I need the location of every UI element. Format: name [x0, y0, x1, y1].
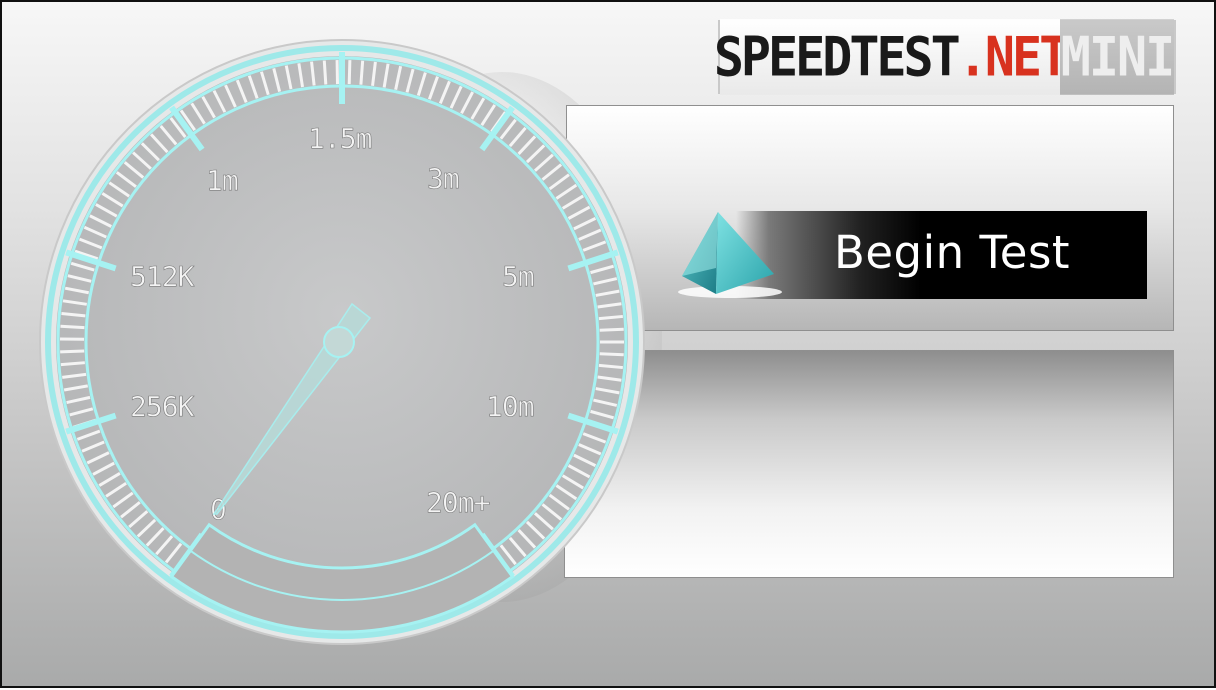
gauge-label-1-5m: 1.5m — [308, 122, 372, 155]
logo-mini-text: MINI — [1060, 19, 1174, 95]
gauge-label-10m: 10m — [486, 390, 534, 423]
gauge-label-256k: 256K — [130, 390, 195, 423]
speedtest-logo: SPEEDTEST.NET MINI — [718, 20, 1176, 94]
gauge-label-20m: 20m+ — [426, 486, 490, 519]
gauge-label-5m: 5m — [502, 260, 534, 293]
speedtest-mini-window: SPEEDTEST.NET MINI Begin Test — [0, 0, 1216, 688]
gauge-label-512k: 512K — [130, 260, 195, 293]
logo-net-text: .NET — [958, 26, 1066, 89]
gauge-minor-tick — [600, 354, 624, 355]
logo-wordmark: SPEEDTEST.NET — [720, 19, 1060, 95]
gauge-minor-tick — [361, 61, 363, 85]
begin-test-button[interactable]: Begin Test — [678, 210, 1148, 302]
pyramid-icon — [678, 210, 788, 302]
needle-hub — [324, 327, 354, 357]
logo-speedtest-text: SPEEDTEST — [714, 26, 958, 89]
gauge-minor-tick — [349, 60, 350, 84]
begin-test-label: Begin Test — [834, 226, 1134, 279]
gauge-label-1m: 1m — [206, 164, 238, 197]
gauge-minor-tick — [60, 351, 84, 352]
gauge-minor-tick — [324, 61, 326, 85]
gauge-label-3m: 3m — [427, 162, 459, 195]
gauge-minor-tick — [600, 329, 624, 330]
speed-gauge: 0 256K 512K 1m 1.5m 3m 5m 10m 20m+ — [2, 2, 682, 690]
gauge-minor-tick — [60, 326, 84, 327]
gauge-minor-tick — [61, 363, 85, 365]
